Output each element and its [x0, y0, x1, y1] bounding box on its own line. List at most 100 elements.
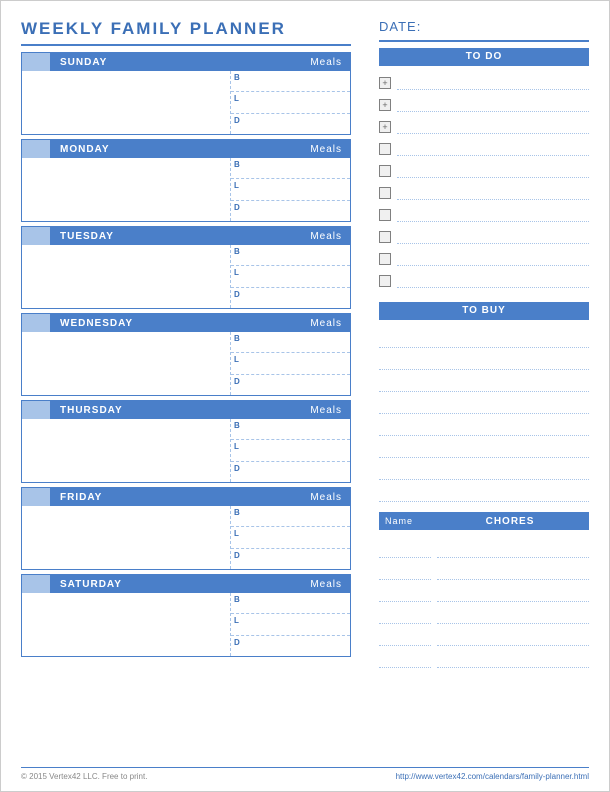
tobuy-line[interactable] [379, 348, 589, 370]
tobuy-line[interactable] [379, 326, 589, 348]
meal-row-dinner[interactable]: D [231, 462, 350, 482]
chore-row [379, 624, 589, 646]
notes-area[interactable] [22, 71, 230, 134]
chore-row [379, 646, 589, 668]
chore-task-field[interactable] [437, 602, 589, 624]
meal-row-lunch[interactable]: L [231, 353, 350, 374]
todo-line[interactable] [397, 76, 589, 90]
day-header: MONDAYMeals [22, 140, 350, 158]
todo-line[interactable] [397, 274, 589, 288]
tobuy-line[interactable] [379, 370, 589, 392]
chore-name-field[interactable] [379, 536, 431, 558]
chore-name-field[interactable] [379, 602, 431, 624]
tobuy-line[interactable] [379, 414, 589, 436]
chore-name-field[interactable] [379, 558, 431, 580]
meals-column: BLD [230, 245, 350, 308]
day-tab [22, 227, 50, 245]
tobuy-header: TO BUY [379, 302, 589, 320]
todo-checkbox[interactable] [379, 187, 391, 199]
chores-name-col-label: Name [379, 516, 431, 526]
meal-row-lunch[interactable]: L [231, 92, 350, 113]
meal-row-dinner[interactable]: D [231, 549, 350, 569]
todo-row: + [379, 94, 589, 116]
meals-column: BLD [230, 158, 350, 221]
todo-checkbox[interactable]: + [379, 99, 391, 111]
chore-task-field[interactable] [437, 580, 589, 602]
todo-line[interactable] [397, 186, 589, 200]
todo-line[interactable] [397, 208, 589, 222]
notes-area[interactable] [22, 506, 230, 569]
meal-row-breakfast[interactable]: B [231, 419, 350, 440]
todo-row [379, 270, 589, 292]
day-tab [22, 401, 50, 419]
todo-line[interactable] [397, 164, 589, 178]
meal-row-dinner[interactable]: D [231, 114, 350, 134]
day-header: WEDNESDAYMeals [22, 314, 350, 332]
todo-row [379, 204, 589, 226]
meals-column: BLD [230, 506, 350, 569]
meal-row-lunch[interactable]: L [231, 614, 350, 635]
todo-row [379, 248, 589, 270]
day-name: FRIDAY [60, 492, 310, 503]
todo-line[interactable] [397, 120, 589, 134]
meal-row-breakfast[interactable]: B [231, 332, 350, 353]
meal-row-dinner[interactable]: D [231, 201, 350, 221]
meal-row-breakfast[interactable]: B [231, 245, 350, 266]
todo-checkbox[interactable] [379, 165, 391, 177]
todo-checkbox[interactable] [379, 231, 391, 243]
meal-row-breakfast[interactable]: B [231, 71, 350, 92]
meal-row-breakfast[interactable]: B [231, 158, 350, 179]
todo-checkbox[interactable]: + [379, 77, 391, 89]
day-header: TUESDAYMeals [22, 227, 350, 245]
todo-checkbox[interactable] [379, 209, 391, 221]
chores-col-label: CHORES [431, 516, 589, 527]
day-tab [22, 488, 50, 506]
tobuy-line[interactable] [379, 392, 589, 414]
todo-line[interactable] [397, 252, 589, 266]
notes-area[interactable] [22, 593, 230, 656]
day-tab [22, 53, 50, 71]
meal-row-lunch[interactable]: L [231, 266, 350, 287]
notes-area[interactable] [22, 245, 230, 308]
todo-line[interactable] [397, 142, 589, 156]
todo-checkbox[interactable] [379, 275, 391, 287]
day-name: TUESDAY [60, 231, 310, 242]
meal-row-dinner[interactable]: D [231, 288, 350, 308]
chore-name-field[interactable] [379, 580, 431, 602]
notes-area[interactable] [22, 419, 230, 482]
day-block: FRIDAYMealsBLD [21, 487, 351, 570]
day-tab [22, 575, 50, 593]
day-name: WEDNESDAY [60, 318, 310, 329]
chore-task-field[interactable] [437, 624, 589, 646]
meals-label: Meals [310, 231, 342, 242]
notes-area[interactable] [22, 158, 230, 221]
chore-row [379, 536, 589, 558]
meal-row-dinner[interactable]: D [231, 375, 350, 395]
todo-checkbox[interactable] [379, 143, 391, 155]
meal-row-lunch[interactable]: L [231, 527, 350, 548]
tobuy-line[interactable] [379, 480, 589, 502]
notes-area[interactable] [22, 332, 230, 395]
meal-row-lunch[interactable]: L [231, 440, 350, 461]
chore-task-field[interactable] [437, 646, 589, 668]
todo-line[interactable] [397, 230, 589, 244]
tobuy-line[interactable] [379, 458, 589, 480]
meal-row-breakfast[interactable]: B [231, 506, 350, 527]
meals-column: BLD [230, 593, 350, 656]
day-header: SATURDAYMeals [22, 575, 350, 593]
meal-row-dinner[interactable]: D [231, 636, 350, 656]
meal-row-breakfast[interactable]: B [231, 593, 350, 614]
todo-checkbox[interactable] [379, 253, 391, 265]
day-tab [22, 314, 50, 332]
todo-line[interactable] [397, 98, 589, 112]
chore-task-field[interactable] [437, 536, 589, 558]
tobuy-line[interactable] [379, 436, 589, 458]
meal-row-lunch[interactable]: L [231, 179, 350, 200]
todo-checkbox[interactable]: + [379, 121, 391, 133]
meals-label: Meals [310, 144, 342, 155]
chore-name-field[interactable] [379, 624, 431, 646]
chore-name-field[interactable] [379, 646, 431, 668]
chore-task-field[interactable] [437, 558, 589, 580]
day-block: THURSDAYMealsBLD [21, 400, 351, 483]
date-label: DATE: [379, 19, 589, 42]
